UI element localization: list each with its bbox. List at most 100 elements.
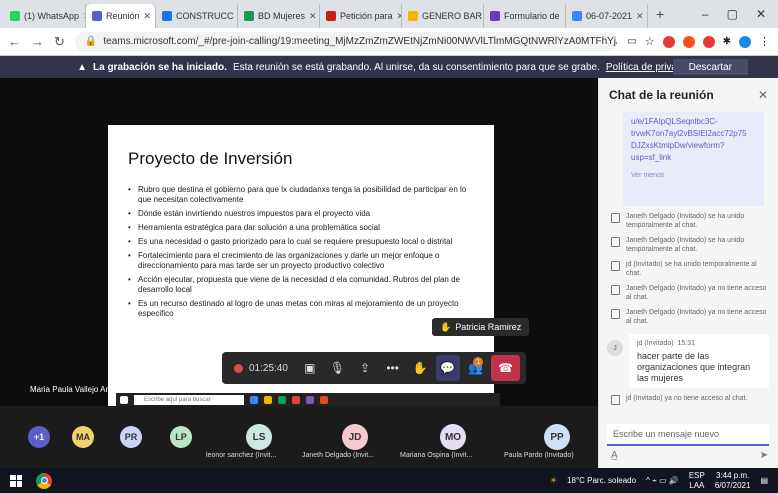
camera-off-button[interactable]: ▣ [298,355,322,381]
share-button[interactable]: ⇪ [353,355,377,381]
close-icon[interactable]: ✕ [756,7,766,21]
new-tab-button[interactable]: + [648,6,672,22]
browser-tab[interactable]: BD Mujeres ✕ [238,4,320,28]
menu-icon[interactable]: ⋮ [759,35,770,48]
tab-close-icon[interactable]: ✕ [144,11,152,22]
close-chat-icon[interactable]: ✕ [758,88,768,102]
windows-start-icon[interactable] [10,474,22,487]
minimize-icon[interactable]: – [702,7,709,21]
participants-button[interactable]: 👥 1 [464,355,488,381]
meeting-toolbar: 01:25:40 ▣ 🎙 ⇪ ••• ✋ 💬 👥 1 ☎ [222,352,526,384]
back-icon[interactable]: ← [8,34,21,49]
profile-avatar[interactable] [739,35,751,48]
extension-icon[interactable] [702,35,715,48]
chat-message: J jd (Invitado) 15:31 hacer parte de las… [599,334,778,388]
time-text: 3:44 p.m. [715,470,750,480]
extension-icon[interactable] [682,35,695,48]
send-icon[interactable]: ➤ [760,450,768,461]
participant-avatar[interactable]: +1 [28,426,50,448]
tab-favicon-icon [162,11,172,21]
chat-join-icon [611,213,620,223]
format-icon[interactable]: A̲ [611,450,618,461]
app-icon [264,396,272,404]
browser-tab[interactable]: CONSTRUCC✕ [156,4,238,28]
maximize-icon[interactable]: ▢ [727,7,738,21]
url-text: teams.microsoft.com/_#/pre-join-calling/… [103,36,617,47]
url-field[interactable]: 🔒 teams.microsoft.com/_#/pre-join-callin… [74,31,618,52]
slide-bullet: Herramienta estratégica para dar solució… [128,223,474,233]
participant-avatar[interactable]: PP [544,424,570,450]
link-line: trvwK7on7ayl2vBSIEl2acc72p75 [631,129,747,138]
lock-icon: 🔒 [84,36,98,47]
system-message-text: Janeth Delgado (Invitado) ya no tiene ac… [626,309,767,325]
system-message-text: jd (Invitado) ya no tiene acceso al chat… [626,395,748,402]
participant-avatar[interactable]: MO [440,424,466,450]
tab-label: 06-07-2021 [586,11,633,21]
see-less-link[interactable]: Ver menos [631,170,756,182]
hang-up-button[interactable]: ☎ [491,355,520,381]
system-tray: ☀ 18°C Parc. soleado ^ ⌁ ▭ 🔊 ESP LAA 3:4… [550,471,768,491]
extension-icons: ▭ ☆ ✱ ⋮ [627,35,770,48]
tray-icons[interactable]: ^ ⌁ ▭ 🔊 [646,476,679,485]
browser-tab[interactable]: Formulario de✕ [484,4,566,28]
app-icon [292,396,300,404]
system-message: jd (Invitado) ya no tiene acceso al chat… [599,394,778,405]
raise-hand-button[interactable]: ✋ [408,355,432,381]
system-message-text: Janeth Delgado (Invitado) se ha unido te… [626,213,745,229]
tab-label: Formulario de [504,11,560,21]
weather-text[interactable]: 18°C Parc. soleado [567,476,636,485]
browser-tab[interactable]: (1) WhatsApp✕ [4,4,86,28]
notifications-icon[interactable]: ▤ [760,476,768,485]
extension-icon[interactable] [662,35,675,48]
more-button[interactable]: ••• [381,355,405,381]
cast-icon[interactable]: ▭ [627,36,636,47]
chat-link-message: u/e/1FAIpQLSeqnlbc3C-trvwK7on7ayl2vBSIEl… [623,112,764,206]
clock[interactable]: 3:44 p.m. 6/07/2021 [715,471,751,491]
recording-dot-icon [234,363,243,373]
windows-taskbar: ☀ 18°C Parc. soleado ^ ⌁ ▭ 🔊 ESP LAA 3:4… [0,468,778,493]
participant-avatar[interactable]: MA [72,426,94,448]
language-indicator[interactable]: ESP LAA [689,471,705,491]
system-message: Janeth Delgado (Invitado) se ha unido te… [599,212,778,230]
participant-avatar[interactable]: LS [246,424,272,450]
lang-primary: ESP [688,470,705,480]
mini-search-box: Escribe aquí para buscar [134,395,244,405]
forward-icon[interactable]: → [31,34,44,49]
browser-tab[interactable]: Reunión ✕ [86,4,156,28]
system-message-text: jd (Invitado) se ha unido temporalmente … [626,261,757,277]
chat-input[interactable]: Escribe un mensaje nuevo [607,424,769,446]
app-icon [320,396,328,404]
browser-tab[interactable]: Petición para✕ [320,4,402,28]
browser-tab[interactable]: 06-07-2021 ✕ [566,4,648,28]
link-text[interactable]: u/e/1FAIpQLSeqnlbc3C-trvwK7on7ayl2vBSIEl… [631,116,756,164]
slide-bullet: Fortalecimiento para el crecimiento de l… [128,251,474,271]
mic-off-button[interactable]: 🎙 [326,355,350,381]
participant-avatar[interactable]: JD [342,424,368,450]
browser-tabbar: + – ▢ ✕ (1) WhatsApp✕Reunión✕CONSTRUCC✕B… [0,0,778,28]
dismiss-button[interactable]: Descartar [672,59,748,75]
puzzle-icon[interactable]: ✱ [723,36,731,47]
slide-bullets: Rubro que destina el gobierno para que l… [128,185,474,319]
star-icon[interactable]: ☆ [645,35,655,48]
recording-timer: 01:25:40 [228,355,294,381]
message-bubble: jd (Invitado) 15:31 hacer parte de las o… [629,334,769,388]
chat-button[interactable]: 💬 [436,355,460,381]
slide-bullet: Rubro que destina el gobierno para que l… [128,185,474,205]
browser-tab[interactable]: GENERO BAR✕ [402,4,484,28]
tab-close-icon[interactable]: ✕ [309,11,317,22]
date-text: 6/07/2021 [714,480,751,490]
participant-avatar[interactable]: PR [120,426,142,448]
message-author: jd (Invitado) [637,340,674,347]
raised-hand-tag: ✋ Patricia Ramirez [432,318,530,336]
system-message: Janeth Delgado (Invitado) ya no tiene ac… [599,284,778,302]
system-messages: Janeth Delgado (Invitado) se ha unido te… [599,212,778,326]
reload-icon[interactable]: ↻ [54,34,65,50]
tab-label: Petición para [340,11,393,21]
system-message-text: Janeth Delgado (Invitado) se ha unido te… [626,237,745,253]
chat-join-icon [611,237,620,247]
self-video-name: Maria Paula Vallejo Arteaga [30,385,129,394]
tab-close-icon[interactable]: ✕ [636,11,644,22]
chrome-icon[interactable] [36,472,52,489]
slide-bullet: Es una necesidad o gasto priorizado para… [128,237,474,247]
participant-avatar[interactable]: LP [170,426,192,448]
